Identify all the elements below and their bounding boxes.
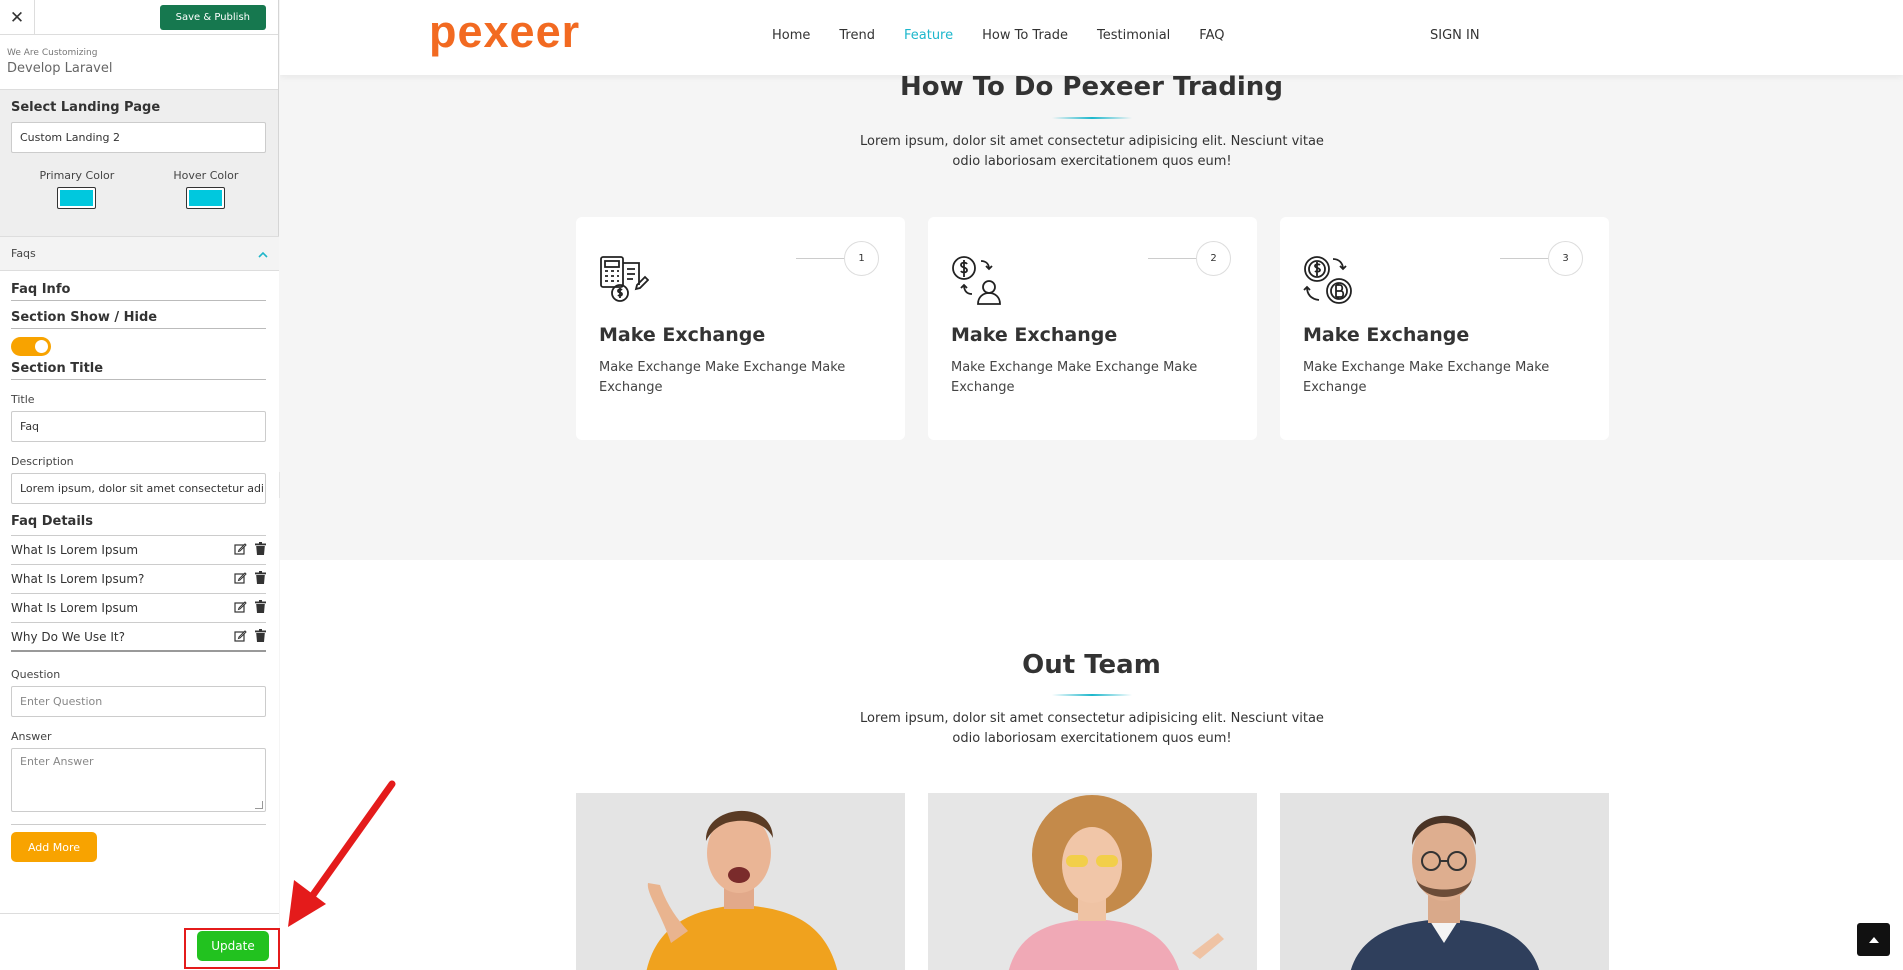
how-to-section: How To Do Pexeer Trading Lorem ipsum, do… (280, 72, 1903, 560)
step-number: 1 (844, 241, 879, 276)
scroll-to-top-button[interactable] (1857, 923, 1890, 956)
title-underline (1052, 117, 1132, 119)
step-connector (1500, 258, 1548, 259)
nav-faq[interactable]: FAQ (1199, 28, 1224, 43)
how-to-card: 3 Make Exchange Make Exchange Make Excha… (1280, 217, 1609, 440)
faq-item-question: Why Do We Use It? (11, 629, 125, 644)
edit-icon[interactable] (234, 571, 247, 587)
team-member-photo (928, 793, 1257, 970)
faq-details-heading: Faq Details (11, 514, 93, 529)
nav-home[interactable]: Home (772, 28, 810, 43)
faq-info-heading: Faq Info (11, 282, 266, 301)
faqs-accordion-header[interactable]: Faqs (0, 236, 279, 271)
theme-name: Develop Laravel (7, 61, 113, 76)
section-show-hide-heading: Section Show / Hide (11, 310, 266, 329)
answer-label: Answer (11, 730, 52, 743)
trash-icon[interactable] (255, 628, 266, 645)
faq-item-question: What Is Lorem Ipsum? (11, 572, 145, 586)
edit-icon[interactable] (234, 629, 247, 645)
nav-testimonial[interactable]: Testimonial (1097, 28, 1170, 43)
nav-how-to-trade[interactable]: How To Trade (982, 28, 1068, 43)
customizer-sidebar: ✕ Save & Publish We Are Customizing Deve… (0, 0, 279, 970)
faq-item: What Is Lorem Ipsum? (11, 565, 266, 594)
faq-list: What Is Lorem Ipsum What Is Lorem Ipsum?… (11, 535, 266, 652)
section-visibility-toggle[interactable] (11, 337, 51, 356)
trash-icon[interactable] (255, 600, 266, 616)
team-section: Out Team Lorem ipsum, dolor sit amet con… (280, 560, 1903, 970)
edit-icon[interactable] (234, 600, 247, 616)
hover-color-swatch[interactable] (186, 187, 226, 209)
title-underline (1052, 694, 1132, 696)
customizing-info: We Are Customizing Develop Laravel (0, 35, 278, 90)
hover-color-picker: Hover Color (173, 169, 238, 209)
team-member-photo (576, 793, 905, 970)
dollar-bitcoin-exchange-icon (1303, 255, 1353, 305)
how-to-card: 2 Make Exchange Make Exchange Make Excha… (928, 217, 1257, 440)
faq-item: What Is Lorem Ipsum (11, 536, 266, 565)
landing-page-section: Select Landing Page Custom Landing 2 (0, 90, 278, 153)
section-title-heading: Section Title (11, 361, 266, 380)
save-publish-button[interactable]: Save & Publish (159, 5, 266, 30)
card-text: Make Exchange Make Exchange Make Exchang… (951, 360, 1198, 395)
faq-item-question: What Is Lorem Ipsum (11, 601, 139, 615)
close-icon[interactable]: ✕ (0, 0, 35, 35)
primary-color-swatch[interactable] (57, 187, 97, 209)
add-more-wrap: Add More (11, 824, 266, 862)
landing-page-label: Select Landing Page (11, 100, 161, 115)
trash-icon[interactable] (255, 542, 266, 558)
customizing-label: We Are Customizing (7, 48, 98, 58)
trash-icon[interactable] (255, 571, 266, 587)
sign-in-link[interactable]: SIGN IN (1430, 28, 1480, 43)
faq-item: What Is Lorem Ipsum (11, 594, 266, 623)
card-text: Make Exchange Make Exchange Make Exchang… (1303, 360, 1550, 395)
main-nav: Home Trend Feature How To Trade Testimon… (772, 28, 1253, 43)
question-input[interactable]: Enter Question (11, 686, 266, 717)
title-label: Title (11, 393, 35, 406)
step-connector (796, 258, 844, 259)
team-description: Lorem ipsum, dolor sit amet consectetur … (860, 711, 1324, 746)
customizer-topbar: ✕ Save & Publish (0, 0, 278, 35)
calculator-document-icon (599, 255, 650, 305)
title-input[interactable]: Faq (11, 411, 266, 442)
hover-color-label: Hover Color (173, 169, 239, 182)
faq-item: Why Do We Use It? (11, 623, 266, 652)
site-header: pexeer Home Trend Feature How To Trade T… (280, 0, 1903, 75)
card-title: Make Exchange (1303, 324, 1470, 346)
primary-color-picker: Primary Color (39, 169, 115, 209)
card-title: Make Exchange (951, 324, 1118, 346)
card-text: Make Exchange Make Exchange Make Exchang… (599, 360, 846, 395)
faqs-accordion-title: Faqs (11, 247, 36, 260)
how-to-card: 1 Make Exchange Make Exchange Make Excha… (576, 217, 905, 440)
nav-feature[interactable]: Feature (904, 28, 953, 43)
description-input[interactable]: Lorem ipsum, dolor sit amet consectetur … (11, 473, 266, 504)
answer-textarea[interactable]: Enter Answer (11, 748, 266, 812)
site-logo[interactable]: pexeer (429, 6, 580, 58)
step-number: 3 (1548, 241, 1583, 276)
question-label: Question (11, 668, 61, 681)
faqs-accordion-body: Faq Info Section Show / Hide Section Tit… (0, 271, 279, 913)
site-preview: pexeer Home Trend Feature How To Trade T… (280, 0, 1903, 970)
edit-icon[interactable] (234, 542, 247, 558)
money-user-exchange-icon (951, 255, 1001, 305)
primary-color-label: Primary Color (39, 169, 115, 182)
landing-page-select[interactable]: Custom Landing 2 (11, 122, 266, 153)
how-to-title: How To Do Pexeer Trading (900, 72, 1283, 102)
annotation-arrow (288, 780, 396, 927)
team-member-photo (1280, 793, 1609, 970)
color-pickers: Primary Color Hover Color (0, 153, 278, 209)
update-highlight-box (184, 928, 280, 969)
team-title: Out Team (1022, 650, 1161, 680)
chevron-up-icon (258, 247, 268, 261)
description-label: Description (11, 455, 74, 468)
step-number: 2 (1196, 241, 1231, 276)
how-to-description: Lorem ipsum, dolor sit amet consectetur … (860, 134, 1324, 169)
nav-trend[interactable]: Trend (839, 28, 875, 43)
step-connector (1148, 258, 1196, 259)
card-title: Make Exchange (599, 324, 766, 346)
add-more-button[interactable]: Add More (11, 832, 97, 862)
faq-item-question: What Is Lorem Ipsum (11, 543, 139, 557)
